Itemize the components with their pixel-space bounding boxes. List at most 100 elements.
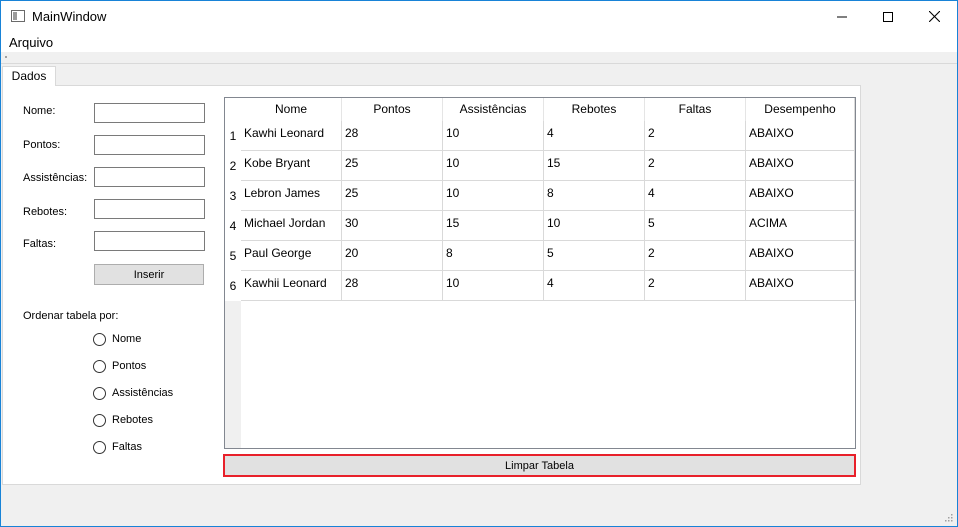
players-table[interactable]: Nome Pontos Assistências Rebotes Faltas … [224,97,856,449]
faltas-input[interactable] [94,231,205,251]
table-cell[interactable]: 8 [443,241,544,271]
table-row[interactable]: 4 Michael Jordan 30 15 10 5 ACIMA [225,211,855,241]
table-cell[interactable]: 8 [544,181,645,211]
row-number[interactable]: 1 [225,121,241,151]
table-cell[interactable]: Kawhi Leonard [241,121,342,151]
close-icon [928,11,940,22]
table-cell[interactable]: 4 [544,271,645,301]
sort-option-rebotes[interactable]: Rebotes [93,412,153,428]
main-window: MainWindow Arquivo Dados Nome: Pontos: A… [0,0,958,527]
inserir-button[interactable]: Inserir [94,264,204,285]
sort-label: Ordenar tabela por: [23,310,119,322]
table-cell[interactable]: ACIMA [746,211,855,241]
table-cell[interactable]: 4 [645,181,746,211]
table-row[interactable]: 2 Kobe Bryant 25 10 15 2 ABAIXO [225,151,855,181]
title-bar[interactable]: MainWindow [1,1,957,32]
row-number[interactable]: 2 [225,151,241,181]
maximize-icon [883,11,893,22]
column-header-pontos[interactable]: Pontos [342,98,443,121]
rebotes-label: Rebotes: [23,206,68,218]
table-row[interactable]: 1 Kawhi Leonard 28 10 4 2 ABAIXO [225,121,855,151]
row-number[interactable]: 3 [225,181,241,211]
radio-icon[interactable] [93,359,106,373]
table-cell[interactable]: 2 [645,271,746,301]
sort-option-label: Rebotes [112,414,153,426]
table-cell[interactable]: 10 [544,211,645,241]
limpar-tabela-button[interactable]: Limpar Tabela [223,454,856,477]
app-window-icon [11,10,25,22]
tab-dados[interactable]: Dados [2,66,56,86]
table-cell[interactable]: ABAIXO [746,151,855,181]
sort-option-label: Pontos [112,360,147,372]
minimize-icon [837,16,847,17]
radio-icon[interactable] [93,440,106,454]
table-cell[interactable]: 4 [544,121,645,151]
table-cell[interactable]: 5 [544,241,645,271]
table-cell[interactable]: 10 [443,151,544,181]
column-header-rebotes[interactable]: Rebotes [544,98,645,121]
column-header-nome[interactable]: Nome [241,98,342,121]
table-corner [225,98,241,121]
pontos-input[interactable] [94,135,205,155]
table-cell[interactable]: 25 [342,151,443,181]
table-row[interactable]: 6 Kawhii Leonard 28 10 4 2 ABAIXO [225,271,855,301]
sort-option-nome[interactable]: Nome [93,331,141,347]
pontos-label: Pontos: [23,139,61,151]
radio-icon[interactable] [93,332,106,346]
rebotes-input[interactable] [94,199,205,219]
table-cell[interactable]: 10 [443,181,544,211]
table-cell[interactable]: 2 [645,151,746,181]
table-cell[interactable]: 2 [645,121,746,151]
radio-icon[interactable] [93,413,106,427]
table-cell[interactable]: 10 [443,121,544,151]
assistencias-input[interactable] [94,167,205,187]
column-header-assistencias[interactable]: Assistências [443,98,544,121]
table-cell[interactable]: ABAIXO [746,121,855,151]
table-cell[interactable]: Kawhii Leonard [241,271,342,301]
table-row[interactable]: 3 Lebron James 25 10 8 4 ABAIXO [225,181,855,211]
table-cell[interactable]: 15 [544,151,645,181]
table-cell[interactable]: 10 [443,271,544,301]
table-cell[interactable]: Michael Jordan [241,211,342,241]
table-body: 1 Kawhi Leonard 28 10 4 2 ABAIXO 2 Kobe … [225,121,855,301]
minimize-button[interactable] [819,1,865,32]
table-cell[interactable]: Paul George [241,241,342,271]
resize-grip-icon[interactable] [943,512,953,522]
radio-icon[interactable] [93,386,106,400]
table-cell[interactable]: ABAIXO [746,181,855,211]
column-header-desempenho[interactable]: Desempenho [746,98,855,121]
nome-input[interactable] [94,103,205,123]
toolbar-grip [5,56,7,58]
close-button[interactable] [911,1,957,32]
table-cell[interactable]: 5 [645,211,746,241]
menu-arquivo[interactable]: Arquivo [9,35,53,50]
assistencias-label: Assistências: [23,172,88,184]
table-cell[interactable]: ABAIXO [746,271,855,301]
row-number[interactable]: 6 [225,271,241,301]
table-cell[interactable]: 30 [342,211,443,241]
table-cell[interactable]: 15 [443,211,544,241]
nome-label: Nome: [23,105,56,117]
table-cell[interactable]: 28 [342,121,443,151]
table-cell[interactable]: 28 [342,271,443,301]
column-header-faltas[interactable]: Faltas [645,98,746,121]
table-cell[interactable]: Lebron James [241,181,342,211]
sort-option-pontos[interactable]: Pontos [93,358,146,374]
sort-option-assistencias[interactable]: Assistências [93,385,173,401]
sort-option-label: Nome [112,333,142,345]
maximize-button[interactable] [865,1,911,32]
table-cell[interactable]: Kobe Bryant [241,151,342,181]
row-number[interactable]: 4 [225,211,241,241]
faltas-label: Faltas: [23,238,57,250]
table-cell[interactable]: 25 [342,181,443,211]
toolbar-area [1,52,957,64]
sort-option-label: Assistências [112,387,174,399]
sort-option-faltas[interactable]: Faltas [93,439,142,455]
table-cell[interactable]: 2 [645,241,746,271]
table-cell[interactable]: 20 [342,241,443,271]
menu-bar: Arquivo [1,32,957,52]
table-header: Nome Pontos Assistências Rebotes Faltas … [241,98,855,121]
row-number[interactable]: 5 [225,241,241,271]
table-cell[interactable]: ABAIXO [746,241,855,271]
table-row[interactable]: 5 Paul George 20 8 5 2 ABAIXO [225,241,855,271]
